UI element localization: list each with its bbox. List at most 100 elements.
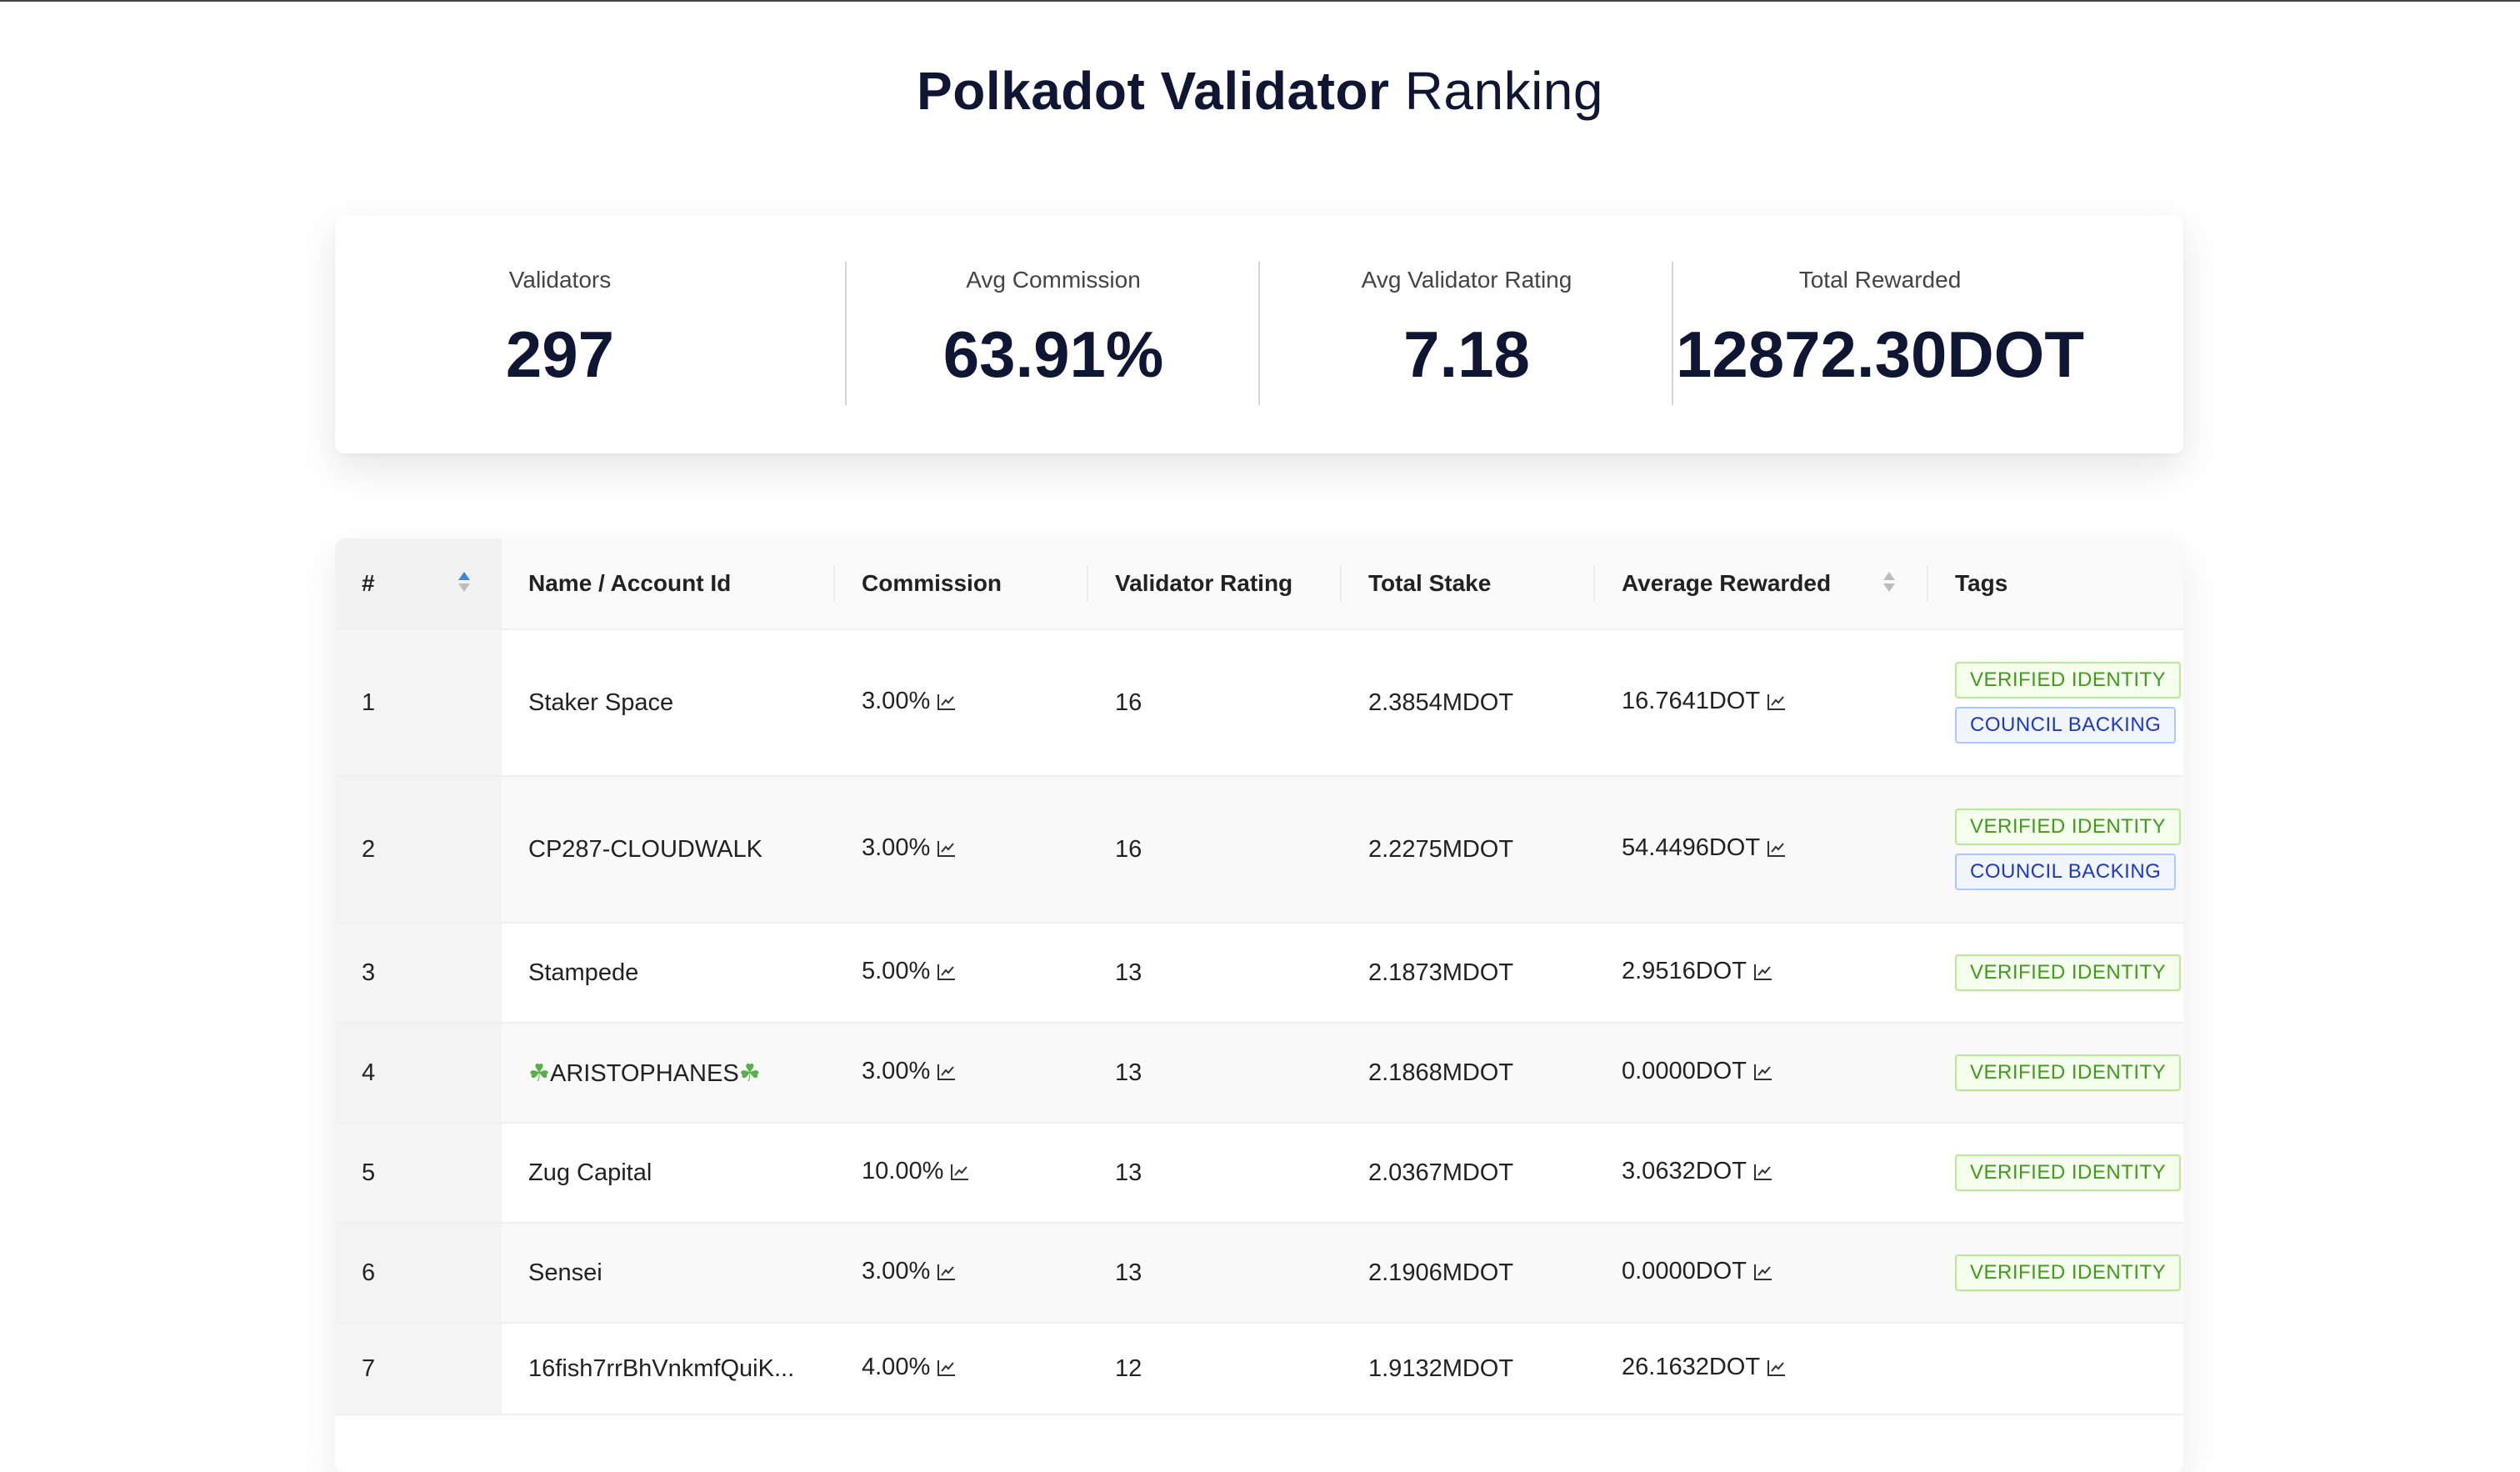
sort-icon[interactable] xyxy=(458,572,470,595)
validator-table-grid: # Name / Account Id Commission Validator… xyxy=(335,538,2183,1415)
validator-name-link[interactable]: CP287-CLOUDWALK xyxy=(528,836,762,863)
line-chart-icon[interactable] xyxy=(1767,1356,1787,1384)
cell-rewarded: 2.9516DOT xyxy=(1595,923,1928,1024)
rating-value: 13 xyxy=(1115,1059,1142,1086)
page-title: Polkadot Validator Ranking xyxy=(0,60,2520,122)
line-chart-icon[interactable] xyxy=(1753,1060,1773,1088)
line-chart-icon[interactable] xyxy=(937,837,957,864)
line-chart-icon[interactable] xyxy=(1767,837,1787,864)
cell-commission: 5.00% xyxy=(835,923,1088,1024)
validator-name-link[interactable]: ARISTOPHANES xyxy=(550,1060,739,1087)
line-chart-icon[interactable] xyxy=(937,690,957,718)
cell-rewarded: 16.7641DOT xyxy=(1595,629,1928,777)
rating-value: 16 xyxy=(1115,835,1142,863)
validator-name-link[interactable]: Stampede xyxy=(528,959,638,986)
verified-identity-tag: VERIFIED IDENTITY xyxy=(1955,1054,2182,1091)
cell-stake: 2.3854MDOT xyxy=(1342,629,1595,777)
page-title-bold: Polkadot Validator xyxy=(917,61,1390,121)
cell-rewarded: 3.0632DOT xyxy=(1595,1123,1928,1224)
cell-rank: 7 xyxy=(335,1323,502,1415)
stake-value: 2.1873MDOT xyxy=(1368,959,1514,986)
cell-rating: 16 xyxy=(1088,629,1342,777)
cell-rank: 5 xyxy=(335,1123,502,1224)
line-chart-icon[interactable] xyxy=(937,1260,957,1288)
line-chart-icon[interactable] xyxy=(937,960,957,988)
cell-tags: VERIFIED IDENTITY COUNCIL BACKING xyxy=(1928,776,2183,924)
council-backing-tag: COUNCIL BACKING xyxy=(1955,854,2177,890)
table-row[interactable]: 1 Staker Space 3.00% 16 2.3854MDOT 16.7641DOT… xyxy=(335,629,2183,777)
validator-name-link[interactable]: Staker Space xyxy=(528,689,673,716)
commission-value: 3.00% xyxy=(862,1258,931,1284)
cell-name: Sensei xyxy=(502,1223,835,1324)
stake-value: 2.2275MDOT xyxy=(1368,835,1514,863)
table-row[interactable]: 6 Sensei 3.00% 13 2.1906MDOT 0.0000DOT VERIFIE… xyxy=(335,1223,2183,1324)
column-header-rank[interactable]: # xyxy=(335,538,502,630)
column-header-name: Name / Account Id xyxy=(502,538,835,630)
line-chart-icon[interactable] xyxy=(1753,1260,1773,1288)
line-chart-icon[interactable] xyxy=(950,1160,970,1188)
stat-total-rewarded: Total Rewarded 12872.30DOT xyxy=(1673,215,2087,453)
line-chart-icon[interactable] xyxy=(937,1356,957,1384)
cell-rank: 2 xyxy=(335,776,502,924)
rewarded-value: 0.0000DOT xyxy=(1622,1258,1747,1284)
stat-validators: Validators 297 xyxy=(460,215,660,453)
commission-value: 10.00% xyxy=(862,1158,944,1184)
verified-identity-tag: VERIFIED IDENTITY xyxy=(1955,954,2182,991)
column-header-label: Validator Rating xyxy=(1115,570,1293,596)
rating-value: 13 xyxy=(1115,1259,1142,1286)
stake-value: 2.1868MDOT xyxy=(1368,1059,1514,1086)
cell-name: CP287-CLOUDWALK xyxy=(502,776,835,924)
verified-identity-tag: VERIFIED IDENTITY xyxy=(1955,1154,2182,1191)
cell-tags: VERIFIED IDENTITY xyxy=(1928,923,2183,1024)
cell-name: Zug Capital xyxy=(502,1123,835,1224)
stat-avg-rating: Avg Validator Rating 7.18 xyxy=(1260,215,1673,453)
cell-commission: 4.00% xyxy=(835,1323,1088,1415)
stat-label: Avg Commission xyxy=(966,267,1141,293)
cell-rank: 6 xyxy=(335,1223,502,1324)
table-row[interactable]: 5 Zug Capital 10.00% 13 2.0367MDOT 3.0632DOT V… xyxy=(335,1123,2183,1224)
stat-value: 63.91% xyxy=(942,318,1164,391)
line-chart-icon[interactable] xyxy=(1753,1160,1773,1188)
stat-label: Validators xyxy=(508,267,612,293)
cell-tags: VERIFIED IDENTITY xyxy=(1928,1023,2183,1124)
cell-name: Stampede xyxy=(502,923,835,1024)
column-header-rating: Validator Rating xyxy=(1088,538,1342,630)
rewarded-value: 54.4496DOT xyxy=(1622,834,1761,861)
rank-value: 4 xyxy=(362,1059,376,1086)
line-chart-icon[interactable] xyxy=(1753,960,1773,988)
column-header-stake: Total Stake xyxy=(1342,538,1595,630)
top-border xyxy=(0,0,2520,2)
stake-value: 1.9132MDOT xyxy=(1368,1354,1514,1382)
validator-name-link[interactable]: Sensei xyxy=(528,1259,602,1286)
table-row[interactable]: 3 Stampede 5.00% 13 2.1873MDOT 2.9516DOT VERIF… xyxy=(335,923,2183,1024)
column-header-label: Name / Account Id xyxy=(528,570,732,596)
cell-rewarded: 26.1632DOT xyxy=(1595,1323,1928,1415)
column-header-rewarded[interactable]: Average Rewarded xyxy=(1595,538,1928,630)
line-chart-icon[interactable] xyxy=(1767,690,1787,718)
column-header-tags: Tags xyxy=(1928,538,2183,630)
rewarded-value: 0.0000DOT xyxy=(1622,1058,1747,1084)
table-row[interactable]: 2 CP287-CLOUDWALK 3.00% 16 2.2275MDOT 54.4496… xyxy=(335,776,2183,924)
validator-name-link[interactable]: Zug Capital xyxy=(528,1159,652,1186)
rank-value: 6 xyxy=(362,1259,376,1286)
cell-rewarded: 0.0000DOT xyxy=(1595,1023,1928,1124)
council-backing-tag: COUNCIL BACKING xyxy=(1955,707,2177,744)
table-row[interactable]: 4 ☘ARISTOPHANES☘ 3.00% 13 2.1868MDOT 0.0000DO… xyxy=(335,1023,2183,1124)
cell-commission: 3.00% xyxy=(835,776,1088,924)
column-header-label: Total Stake xyxy=(1368,570,1492,596)
cell-rank: 4 xyxy=(335,1023,502,1124)
table-header-row: # Name / Account Id Commission Validator… xyxy=(335,538,2183,630)
sort-icon[interactable] xyxy=(1883,572,1895,595)
line-chart-icon[interactable] xyxy=(937,1060,957,1088)
cell-rating: 16 xyxy=(1088,776,1342,924)
table-row[interactable]: 7 16fish7rrBhVnkmfQuiK... 4.00% 12 1.9132MDO… xyxy=(335,1323,2183,1415)
cell-stake: 2.0367MDOT xyxy=(1342,1123,1595,1224)
column-header-label: Tags xyxy=(1955,570,2008,596)
stake-value: 2.1906MDOT xyxy=(1368,1259,1514,1286)
validator-name-link[interactable]: 16fish7rrBhVnkmfQuiK... xyxy=(528,1355,794,1382)
cell-tags: VERIFIED IDENTITY COUNCIL BACKING xyxy=(1928,629,2183,777)
column-header-label: Average Rewarded xyxy=(1622,570,1832,596)
column-header-label: # xyxy=(362,570,375,596)
verified-identity-tag: VERIFIED IDENTITY xyxy=(1955,1254,2182,1291)
rating-value: 12 xyxy=(1115,1354,1142,1382)
